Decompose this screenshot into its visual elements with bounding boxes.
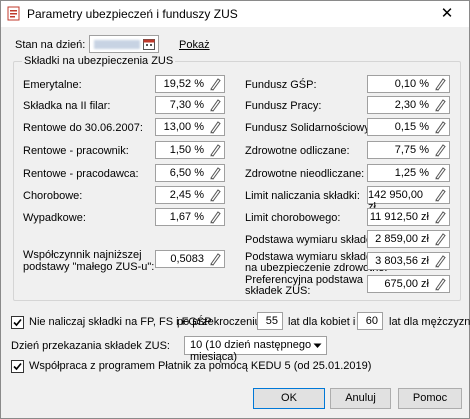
- zdrowotne-nieodliczane-field[interactable]: 1,25 %: [367, 164, 450, 182]
- edit-pencil-icon[interactable]: [208, 77, 221, 91]
- emerytalne-field[interactable]: 19,52 %: [155, 75, 225, 93]
- fundusz-pracy-field[interactable]: 2,30 %: [367, 96, 450, 114]
- date-field[interactable]: [89, 35, 159, 53]
- women-label: lat dla kobiet i: [288, 316, 356, 328]
- edit-pencil-icon[interactable]: [208, 166, 221, 180]
- cancel-button[interactable]: Anuluj: [330, 388, 391, 409]
- limit-skladki-field[interactable]: 142 950,00 zł: [367, 186, 450, 213]
- ii-filar-field[interactable]: 7,30 %: [155, 96, 225, 114]
- wypadkowe-label: Wypadkowe:: [23, 212, 86, 224]
- wypadkowe-field[interactable]: 1,67 %: [155, 208, 225, 226]
- zdrowotne-podstawa-field[interactable]: 3 803,56 zł: [367, 252, 450, 270]
- fundusz-solidarnosciowy-field[interactable]: 0,15 %: [367, 118, 450, 136]
- transfer-day-select[interactable]: 10 (10 dzień następnego miesiąca): [184, 336, 327, 363]
- fundusz-solidarnosciowy-value: 0,15 %: [394, 121, 429, 133]
- rentowe-pracownik-label: Rentowe - pracownik:: [23, 145, 129, 157]
- women-age-input[interactable]: 55: [257, 312, 283, 330]
- pref-label-line2: składek ZUS:: [245, 285, 311, 297]
- limit-skladki-label: Limit naliczania składki:: [245, 190, 360, 202]
- ok-button[interactable]: OK: [253, 388, 325, 409]
- zdrowotne-podstawa-value: 3 803,56 zł: [375, 255, 429, 267]
- fundusz-pracy-label: Fundusz Pracy:: [245, 100, 322, 112]
- edit-pencil-icon[interactable]: [433, 143, 446, 157]
- fundusz-gsp-field[interactable]: 0,10 %: [367, 75, 450, 93]
- edit-pencil-icon[interactable]: [433, 254, 446, 268]
- zdrowotne-odliczane-label: Zdrowotne odliczane:: [245, 145, 350, 157]
- edit-pencil-icon[interactable]: [433, 166, 446, 180]
- zdrowotne-nieodliczane-label: Zdrowotne nieodliczane:: [245, 168, 365, 180]
- podstawa-wymiaru-field[interactable]: 2 859,00 zł: [367, 230, 450, 248]
- date-value-blurred: [94, 40, 140, 49]
- chorobowe-label: Chorobowe:: [23, 190, 83, 202]
- show-link[interactable]: Pokaż: [179, 39, 210, 51]
- edit-pencil-icon[interactable]: [433, 277, 446, 291]
- chevron-down-icon[interactable]: [313, 343, 322, 349]
- edit-pencil-icon[interactable]: [433, 210, 446, 224]
- edit-pencil-icon[interactable]: [433, 98, 446, 112]
- edit-pencil-icon[interactable]: [208, 252, 221, 266]
- date-label: Stan na dzień:: [15, 39, 86, 51]
- transfer-label: Dzień przekazania składek ZUS:: [11, 340, 170, 352]
- calendar-icon[interactable]: [143, 38, 155, 50]
- coef-label-line1: Współczynnik najniższej: [23, 249, 142, 261]
- rentowe-pracodawca-value: 6,50 %: [169, 167, 204, 179]
- kedu-label: Współpraca z programem Płatnik za pomocą…: [29, 360, 372, 372]
- edit-pencil-icon[interactable]: [208, 210, 221, 224]
- pref-value: 675,00 zł: [384, 278, 429, 290]
- wypadkowe-value: 1,67 %: [169, 211, 204, 223]
- ii-filar-label: Składka na II filar:: [23, 100, 111, 112]
- limit-chorobowego-field[interactable]: 11 912,50 zł: [367, 208, 450, 226]
- chorobowe-value: 2,45 %: [169, 189, 204, 201]
- close-icon[interactable]: ✕: [437, 4, 457, 24]
- podstawa-wymiaru-value: 2 859,00 zł: [375, 233, 429, 245]
- ii-filar-value: 7,30 %: [169, 99, 204, 111]
- limit-chorobowego-value: 11 912,50 zł: [369, 211, 429, 223]
- rentowe-pracownik-field[interactable]: 1,50 %: [155, 141, 225, 159]
- help-button[interactable]: Pomoc: [398, 388, 462, 409]
- coef-label-line2: podstawy "małego ZUS-u":: [23, 261, 155, 273]
- zdrowotne-odliczane-value: 7,75 %: [394, 144, 429, 156]
- emerytalne-value: 19,52 %: [163, 78, 204, 90]
- app-icon: [7, 6, 20, 21]
- coef-field[interactable]: 0,5083: [155, 250, 225, 268]
- pref-field[interactable]: 675,00 zł: [367, 275, 450, 293]
- window-title: Parametry ubezpieczeń i funduszy ZUS: [27, 7, 238, 21]
- edit-pencil-icon[interactable]: [208, 120, 221, 134]
- group-title: Składki na ubezpieczenia ZUS: [22, 55, 176, 67]
- fundusz-pracy-value: 2,30 %: [394, 99, 429, 111]
- men-age-input[interactable]: 60: [357, 312, 383, 330]
- rentowe-2007-label: Rentowe do 30.06.2007:: [23, 122, 143, 134]
- dialog-window: Parametry ubezpieczeń i funduszy ZUS ✕ S…: [0, 0, 470, 419]
- zdrowotne-nieodliczane-value: 1,25 %: [394, 167, 429, 179]
- edit-pencil-icon[interactable]: [433, 232, 446, 246]
- rentowe-pracodawca-label: Rentowe - pracodawca:: [23, 168, 139, 180]
- edit-pencil-icon[interactable]: [433, 188, 446, 202]
- no-fp-checkbox[interactable]: [11, 316, 24, 329]
- edit-pencil-icon[interactable]: [208, 143, 221, 157]
- rentowe-2007-value: 13,00 %: [163, 121, 204, 133]
- edit-pencil-icon[interactable]: [208, 188, 221, 202]
- coef-value: 0,5083: [170, 253, 204, 265]
- zdrowotne-odliczane-field[interactable]: 7,75 %: [367, 141, 450, 159]
- fundusz-gsp-label: Fundusz GŚP:: [245, 79, 317, 91]
- men-label: lat dla mężczyzn: [389, 316, 470, 328]
- checkmark-icon: [13, 318, 22, 327]
- kedu-checkbox[interactable]: [11, 360, 24, 373]
- rentowe-pracownik-value: 1,50 %: [169, 144, 204, 156]
- edit-pencil-icon[interactable]: [433, 77, 446, 91]
- fundusz-gsp-value: 0,10 %: [394, 78, 429, 90]
- rentowe-2007-field[interactable]: 13,00 %: [155, 118, 225, 136]
- emerytalne-label: Emerytalne:: [23, 79, 82, 91]
- title-bar: Parametry ubezpieczeń i funduszy ZUS ✕: [1, 1, 469, 27]
- checkmark-icon: [13, 362, 22, 371]
- fundusz-solidarnosciowy-label: Fundusz Solidarnościowy: [245, 122, 370, 134]
- edit-pencil-icon[interactable]: [433, 120, 446, 134]
- after-label: po przekroczeniu: [177, 316, 261, 328]
- rentowe-pracodawca-field[interactable]: 6,50 %: [155, 164, 225, 182]
- edit-pencil-icon[interactable]: [208, 98, 221, 112]
- podstawa-wymiaru-label: Podstawa wymiaru składek:: [245, 234, 381, 246]
- chorobowe-field[interactable]: 2,45 %: [155, 186, 225, 204]
- limit-chorobowego-label: Limit chorobowego:: [245, 212, 341, 224]
